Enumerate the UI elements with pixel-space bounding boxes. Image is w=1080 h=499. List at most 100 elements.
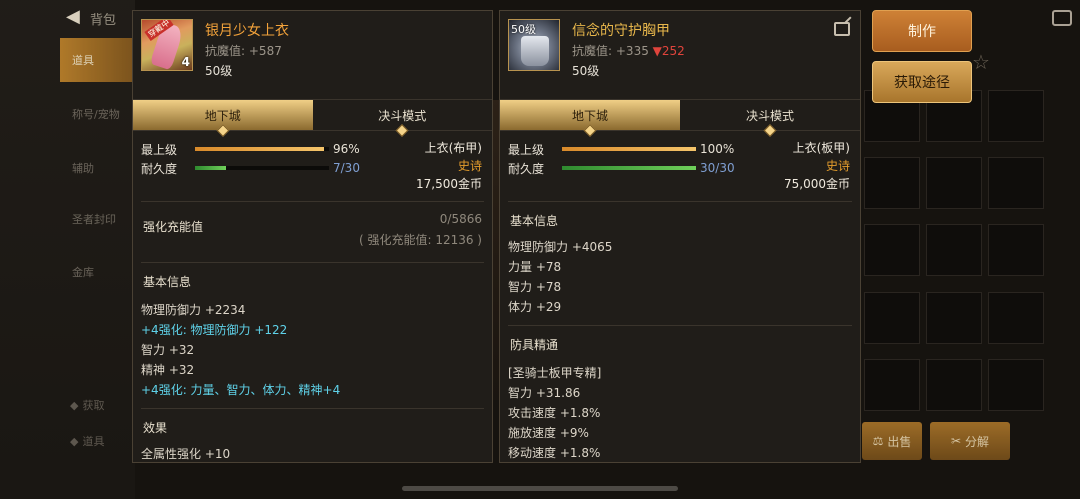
durability-value: 30/30 [700, 161, 735, 175]
tab-dungeon[interactable]: 地下城 [133, 100, 313, 137]
effect-title: 效果 [143, 421, 168, 435]
inventory-tab-vault[interactable]: 金库 [60, 250, 135, 294]
items-label: 道具 [82, 435, 105, 448]
acquire-label: 获取 [82, 399, 105, 412]
inventory-title: 背包 [60, 0, 140, 36]
make-label: 制作 [908, 24, 936, 40]
charge-value: 0/5866 [439, 212, 482, 226]
mode-tabs: 地下城 决斗模式 [500, 99, 860, 137]
durability-fill [195, 166, 227, 170]
inventory-slot[interactable] [988, 157, 1044, 210]
item-price: 75,000金币 [784, 177, 850, 191]
durability-label: 耐久度 [141, 162, 178, 176]
max-level-fill [562, 147, 696, 151]
source-button[interactable]: 获取途径 [872, 61, 972, 103]
inventory-tab-titles[interactable]: 称号/宠物 [60, 92, 135, 136]
tab-label: 称号/宠物 [72, 108, 120, 121]
tab-label: 决斗模式 [745, 108, 794, 123]
sell-button[interactable]: ⚖ 出售 [862, 422, 922, 460]
acquire-button-bg[interactable]: ◆ 获取 [70, 392, 130, 418]
item-header: 50级 信念的守护胸甲 抗魔值: +335 ▼252 50级 [500, 11, 860, 99]
tab-label: 地下城 [204, 108, 241, 123]
inventory-slot[interactable] [926, 157, 982, 210]
inventory-slot[interactable] [864, 358, 920, 411]
max-level-label: 最上级 [508, 143, 545, 157]
item-stats: 最上级 96% 耐久度 7/30 上衣(布甲) 史诗 17,500金币 [133, 131, 492, 201]
max-level-row: 最上级 [141, 141, 177, 158]
max-level-fill [195, 147, 324, 151]
durability-row: 耐久度 [508, 160, 544, 177]
item-stats: 最上级 100% 耐久度 30/30 上衣(板甲) 史诗 75,000金币 [500, 131, 860, 201]
charge-sub: ( 强化充能值: 12136 ) [358, 233, 482, 247]
items-button-bg[interactable]: ◆ 道具 [70, 428, 130, 454]
chest-armor-icon [521, 36, 549, 66]
resist-value: +335 [615, 44, 649, 58]
inventory-slot[interactable] [926, 358, 982, 411]
inventory-slot[interactable] [988, 358, 1044, 411]
chat-icon[interactable] [1052, 10, 1072, 26]
tab-dungeon[interactable]: 地下城 [500, 100, 680, 137]
item-header: 穿戴中 4 银月少女上衣 抗魔值: +587 50级 [133, 11, 492, 99]
item-meta: 上衣(板甲) 史诗 75,000金币 [784, 139, 850, 193]
durability-bar [562, 166, 696, 170]
stat-line: 体力 +29 [508, 300, 562, 314]
basic-info-title: 基本信息 [510, 214, 559, 228]
inventory-slot[interactable] [988, 90, 1044, 142]
thumb-level: 50级 [511, 23, 536, 36]
inventory-tab-seal[interactable]: 圣者封印 [60, 197, 135, 241]
max-level-bar [562, 147, 696, 151]
compare-item-panel: 50级 信念的守护胸甲 抗魔值: +335 ▼252 50级 地下城 决斗模式 … [499, 10, 861, 463]
resist-label: 抗魔值: [205, 44, 246, 58]
item-level: 50级 [205, 64, 233, 78]
inventory-tab-items[interactable]: 道具 [60, 38, 135, 82]
resist-diff: ▼252 [652, 44, 685, 58]
tab-label: 圣者封印 [72, 213, 116, 226]
item-slot: 上衣(板甲) [792, 141, 850, 155]
equipped-item-panel: 穿戴中 4 银月少女上衣 抗魔值: +587 50级 地下城 决斗模式 最上级 … [132, 10, 493, 463]
resist-label: 抗魔值: [572, 44, 613, 58]
inventory-slot[interactable] [988, 224, 1044, 277]
home-indicator[interactable] [402, 486, 678, 491]
max-level-bar [195, 147, 329, 151]
mastery-line: 施放速度 +9% [508, 426, 589, 440]
effect-line: 全属性强化 +10 [141, 447, 231, 461]
tab-pvp[interactable]: 决斗模式 [680, 100, 860, 137]
inventory-slot[interactable] [988, 291, 1044, 344]
stat-line: 精神 +32 [141, 363, 195, 377]
resist-row: 抗魔值: +335 ▼252 [572, 42, 685, 59]
item-level: 50级 [572, 64, 600, 78]
inventory-slot[interactable] [864, 291, 920, 344]
mastery-title: 防具精通 [510, 338, 559, 352]
disassemble-label: 分解 [965, 434, 990, 449]
inventory-slot[interactable] [926, 224, 982, 277]
stat-line: 智力 +32 [141, 343, 195, 357]
resist-row: 抗魔值: +587 [205, 42, 282, 59]
inventory-slot[interactable] [926, 291, 982, 344]
durability-value: 7/30 [333, 161, 360, 175]
charge-title: 强化充能值 [143, 220, 204, 234]
sell-label: 出售 [887, 434, 912, 449]
inventory-slot[interactable] [864, 224, 920, 277]
item-name: 银月少女上衣 [205, 23, 289, 39]
make-button[interactable]: 制作 [872, 10, 972, 52]
item-thumbnail: 50级 [508, 19, 560, 71]
basic-info-title: 基本信息 [143, 275, 192, 289]
inventory-slot[interactable] [864, 157, 920, 210]
favorite-star-icon[interactable]: ☆ [972, 50, 990, 74]
item-count: 4 [181, 55, 190, 69]
max-level-row: 最上级 [508, 141, 544, 158]
disassemble-button[interactable]: ✂ 分解 [930, 422, 1010, 460]
tab-label: 辅助 [72, 162, 94, 175]
stat-line: 物理防御力 +2234 [141, 303, 246, 317]
tab-label: 地下城 [571, 108, 608, 123]
stat-line: 智力 +78 [508, 280, 562, 294]
tab-pvp[interactable]: 决斗模式 [313, 100, 493, 137]
item-rarity: 史诗 [825, 159, 850, 173]
share-icon[interactable] [834, 22, 850, 36]
charge-block: 强化充能值 0/5866 ( 强化充能值: 12136 ) [133, 202, 492, 262]
tab-label: 决斗模式 [378, 108, 427, 123]
tab-label: 金库 [72, 266, 94, 279]
inventory-tab-aux[interactable]: 辅助 [60, 146, 135, 190]
resist-value: +587 [248, 44, 282, 58]
stat-line: 力量 +78 [508, 260, 562, 274]
